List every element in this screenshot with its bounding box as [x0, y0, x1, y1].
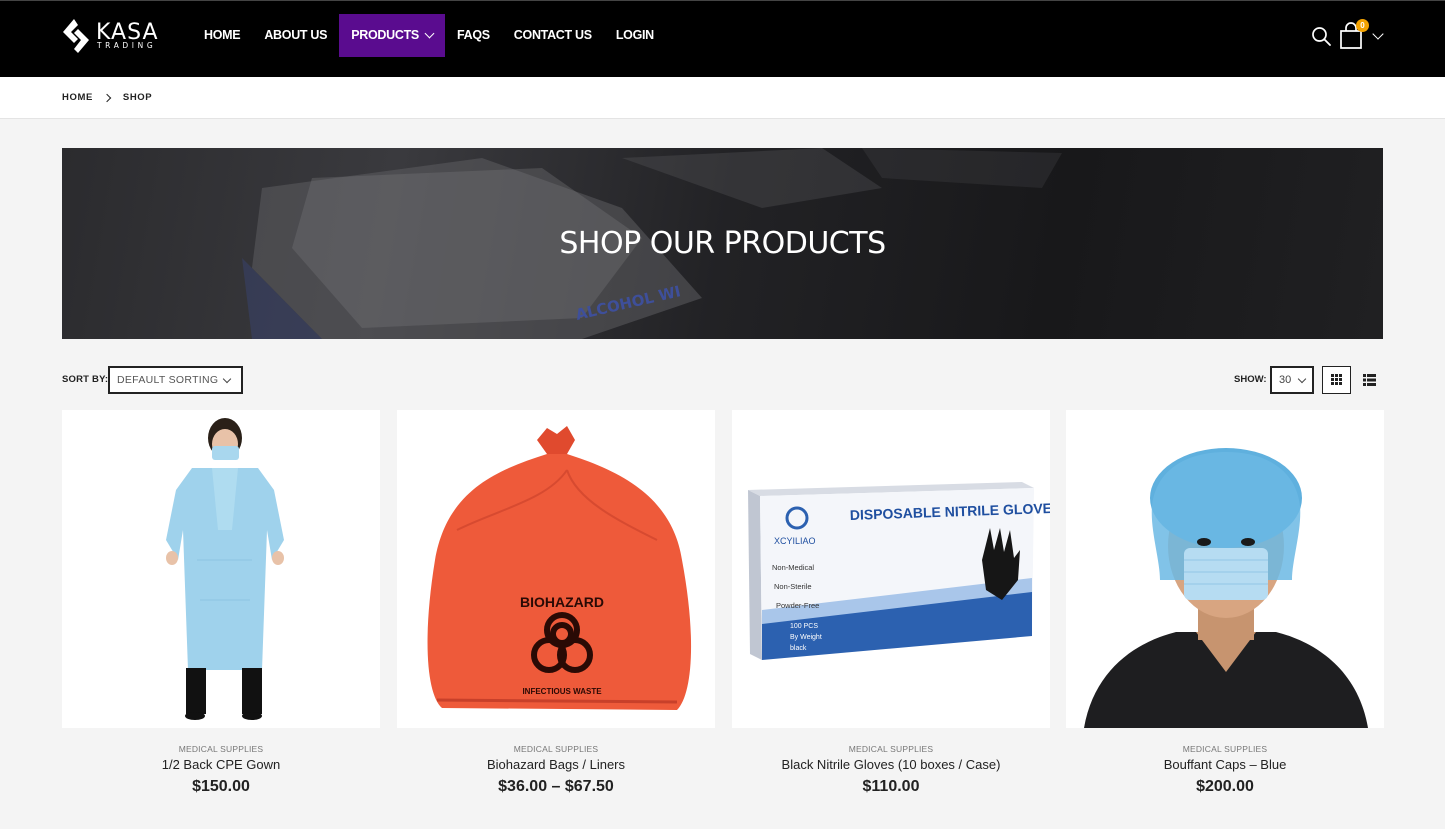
show-count-value: 30	[1279, 374, 1292, 386]
nav-home[interactable]: HOME	[192, 14, 252, 57]
product-title[interactable]: Black Nitrile Gloves (10 boxes / Case)	[732, 757, 1050, 772]
product-image-bouffant-caps[interactable]	[1066, 410, 1384, 728]
product-price: $36.00 – $67.50	[498, 778, 614, 795]
product-title[interactable]: Biohazard Bags / Liners	[397, 757, 715, 772]
product-category[interactable]: MEDICAL SUPPLIES	[1066, 744, 1384, 754]
product-image-biohazard-bag[interactable]: BIOHAZARD INFECTIOUS WASTE	[397, 410, 715, 728]
nav-products[interactable]: PRODUCTS	[339, 14, 445, 57]
box-line-3: Powder-Free	[776, 601, 819, 610]
box-color-text: black	[790, 645, 807, 652]
chevron-right-icon	[102, 93, 112, 102]
box-line-1: Non-Medical	[772, 563, 814, 572]
shop-toolbar: SORT BY: DEFAULT SORTING SHOW: 30	[62, 365, 1383, 395]
cart-icon[interactable]: 0	[1338, 19, 1369, 49]
breadcrumb-home[interactable]: HOME	[62, 92, 93, 103]
nav-login[interactable]: LOGIN	[604, 14, 666, 57]
nav-login-label: LOGIN	[615, 28, 654, 42]
breadcrumb: HOME SHOP	[62, 92, 152, 103]
sort-select[interactable]: DEFAULT SORTING	[108, 366, 243, 394]
show-label: SHOW:	[1234, 374, 1267, 385]
product-category[interactable]: MEDICAL SUPPLIES	[397, 744, 715, 754]
box-line-2: Non-Sterile	[774, 582, 812, 591]
nav-products-label: PRODUCTS	[351, 28, 419, 42]
product-card[interactable]: DISPOSABLE NITRILE GLOVES XCYILIAO Non-M…	[732, 410, 1050, 820]
product-card[interactable]: MEDICAL SUPPLIES Bouffant Caps – Blue $2…	[1066, 410, 1384, 820]
product-category[interactable]: MEDICAL SUPPLIES	[732, 744, 1050, 754]
cart-chevron-down-icon[interactable]	[1372, 28, 1384, 40]
product-image-gown[interactable]	[62, 410, 380, 728]
search-icon[interactable]	[1311, 26, 1333, 48]
nav-faqs[interactable]: FAQS	[445, 14, 502, 57]
grid-icon	[1331, 374, 1342, 385]
show-count-select[interactable]: 30	[1270, 366, 1314, 394]
breadcrumb-bar: HOME SHOP	[0, 77, 1445, 119]
chevron-down-icon	[222, 374, 232, 384]
logo-tagline: TRADING	[97, 41, 157, 50]
nav-faqs-label: FAQS	[456, 28, 490, 42]
nav-contact-us[interactable]: CONTACT US	[502, 14, 604, 57]
product-image-nitrile-gloves[interactable]: DISPOSABLE NITRILE GLOVES XCYILIAO Non-M…	[732, 410, 1050, 728]
site-header: KASA TRADING HOME ABOUT US PRODUCTS FAQS…	[0, 0, 1445, 77]
box-pcs-text: 100 PCS	[790, 623, 818, 630]
product-category[interactable]: MEDICAL SUPPLIES	[62, 744, 380, 754]
list-icon	[1363, 374, 1376, 386]
shop-banner: ALCOHOL WI SHOP OUR PRODUCTS	[62, 148, 1383, 339]
box-weight-text: By Weight	[790, 634, 822, 641]
logo-mark-icon	[63, 19, 89, 53]
product-title[interactable]: Bouffant Caps – Blue	[1066, 757, 1384, 772]
nav-home-label: HOME	[204, 28, 241, 42]
list-view-button[interactable]	[1355, 366, 1384, 394]
product-card[interactable]: MEDICAL SUPPLIES 1/2 Back CPE Gown $150.…	[62, 410, 380, 820]
nav-about-label: ABOUT US	[264, 28, 328, 42]
nav-about-us[interactable]: ABOUT US	[252, 14, 339, 57]
breadcrumb-current: SHOP	[122, 92, 153, 103]
box-brand-text: XCYILIAO	[774, 536, 816, 546]
chevron-down-icon	[1297, 374, 1307, 384]
sort-select-value: DEFAULT SORTING	[117, 374, 219, 386]
cart-count-badge: 0	[1356, 19, 1369, 32]
bag-sublabel-text: INFECTIOUS WASTE	[522, 687, 602, 696]
kasa-logo[interactable]: KASA TRADING	[60, 17, 160, 55]
sort-label: SORT BY:	[62, 374, 109, 385]
grid-view-button[interactable]	[1322, 366, 1351, 394]
product-price: $150.00	[192, 778, 250, 795]
main-nav: HOME ABOUT US PRODUCTS FAQS CONTACT US L…	[192, 14, 666, 57]
nav-contact-label: CONTACT US	[513, 28, 592, 42]
product-price: $200.00	[1196, 778, 1254, 795]
bag-label-text: BIOHAZARD	[520, 594, 604, 610]
product-card[interactable]: BIOHAZARD INFECTIOUS WASTE MEDICAL SUPPL…	[397, 410, 715, 820]
chevron-down-icon	[424, 28, 435, 39]
product-title[interactable]: 1/2 Back CPE Gown	[62, 757, 380, 772]
product-price: $110.00	[862, 778, 920, 795]
page-title: SHOP OUR PRODUCTS	[559, 226, 886, 261]
